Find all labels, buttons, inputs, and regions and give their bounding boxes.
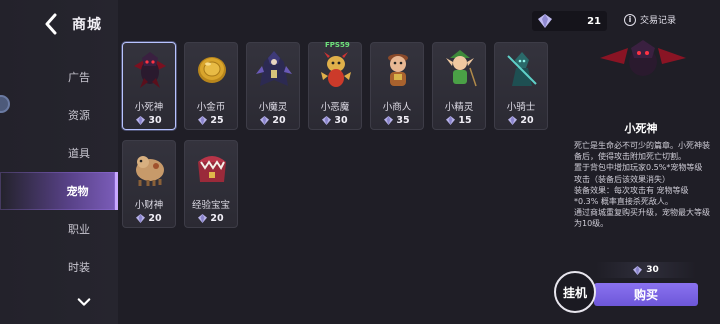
pet-card[interactable]: 小商人 35	[370, 42, 424, 130]
sidebar-item-resources[interactable]: 资源	[0, 96, 118, 134]
pet-portrait-coin	[191, 47, 233, 91]
pet-price-value: 20	[210, 213, 224, 224]
gem-icon	[446, 116, 456, 125]
trade-record-link[interactable]: i 交易记录	[624, 13, 676, 26]
sidebar-item-classes[interactable]: 职业	[0, 210, 118, 248]
auto-idle-button[interactable]: 挂机	[554, 271, 596, 313]
pet-name: 小魔灵	[258, 102, 288, 113]
gem-icon	[260, 116, 270, 125]
pet-price-value: 25	[210, 115, 224, 126]
gem-icon	[136, 116, 146, 125]
pet-card[interactable]: 小死神 30	[122, 42, 176, 130]
pet-name: 小骑士	[506, 102, 536, 113]
page-title: 商城	[72, 17, 102, 33]
pet-portrait-fortune	[129, 145, 171, 189]
category-nav: 广告 资源 道具 宠物 职业 时装	[0, 58, 118, 286]
pet-price-value: 20	[148, 213, 162, 224]
sidebar-item-label: 资源	[68, 109, 90, 122]
gem-icon	[198, 116, 208, 125]
pet-portrait-wraith	[253, 47, 295, 91]
pet-name: 小财神	[134, 200, 164, 211]
pet-price-value: 20	[272, 115, 286, 126]
pet-price: 20	[185, 213, 237, 224]
pet-price-value: 30	[148, 115, 162, 126]
sidebar-item-pets[interactable]: 宠物	[0, 172, 118, 210]
pet-card[interactable]: 小财神 20	[122, 140, 176, 228]
sidebar: 商城 广告 资源 道具 宠物 职业 时装	[0, 0, 118, 324]
buy-price: 30	[596, 262, 696, 278]
buy-price-value: 30	[646, 265, 659, 275]
gem-icon	[384, 116, 394, 125]
pet-price: 20	[247, 115, 299, 126]
pet-portrait-imp	[315, 47, 357, 91]
pet-portrait-elf	[439, 47, 481, 91]
info-icon: i	[624, 13, 636, 26]
sidebar-item-label: 广告	[68, 71, 90, 84]
pet-name: 经验宝宝	[191, 200, 230, 211]
pet-price: 20	[495, 115, 547, 126]
pet-name: 小死神	[134, 102, 164, 113]
gem-icon	[538, 14, 552, 28]
description-line: 置于背包中增加玩家0.5%*宠物等级攻击（装备后该效果消失）	[574, 163, 703, 184]
chevron-down-icon	[77, 298, 91, 306]
selected-pet-preview	[598, 38, 688, 80]
pet-price-value: 35	[396, 115, 410, 126]
gem-icon	[136, 214, 146, 223]
pet-price: 25	[185, 115, 237, 126]
pet-card[interactable]: 小骑士 20	[494, 42, 548, 130]
pet-portrait-knight	[501, 47, 543, 91]
chevron-left-icon	[45, 13, 57, 35]
description-line: 死亡是生命必不可少的篇章。小死神装备后，使得攻击附加死亡切割。	[574, 141, 710, 162]
pet-price-value: 30	[334, 115, 348, 126]
pet-portrait-xp-chest	[191, 145, 233, 189]
currency-amount: 21	[587, 15, 601, 27]
back-button[interactable]	[40, 12, 62, 36]
scroll-down-button[interactable]	[74, 294, 94, 310]
gem-icon	[322, 116, 332, 125]
pet-price: 30	[123, 115, 175, 126]
gem-icon	[508, 116, 518, 125]
trade-record-label: 交易记录	[640, 16, 677, 26]
pet-price-value: 15	[458, 115, 472, 126]
sidebar-item-label: 宠物	[66, 185, 89, 198]
pet-name: 小金币	[196, 102, 226, 113]
sidebar-item-label: 道具	[68, 147, 90, 160]
sidebar-item-items[interactable]: 道具	[0, 134, 118, 172]
currency-display: 21	[532, 11, 607, 31]
pet-grid: 小死神 30 小金币 25 小魔灵 20 FPS59 小恶魔 30 小商人 35…	[122, 41, 552, 228]
pet-card[interactable]: FPS59 小恶魔 30	[308, 41, 362, 130]
description-line: 通过商城重复购买升级，宠物最大等级为10级。	[574, 208, 710, 229]
gem-icon	[633, 265, 643, 275]
pet-price: 20	[123, 213, 175, 224]
pet-card[interactable]: 经验宝宝 20	[184, 140, 238, 228]
pet-name: 小商人	[382, 102, 412, 113]
description-line: 装备效果：每次攻击有 宠物等级*0.3% 概率直接杀死敌人。	[574, 185, 689, 207]
sidebar-item-label: 职业	[68, 223, 90, 236]
pet-card[interactable]: 小精灵 15	[432, 42, 486, 130]
pet-card[interactable]: 小魔灵 20	[246, 42, 300, 130]
pet-portrait-merchant	[377, 47, 419, 91]
buy-button[interactable]: 购买	[594, 283, 698, 306]
gem-icon	[198, 214, 208, 223]
sidebar-item-ads[interactable]: 广告	[0, 58, 118, 96]
pet-name: 小恶魔	[320, 102, 350, 113]
pet-price-value: 20	[520, 115, 534, 126]
pet-price: 30	[309, 115, 361, 126]
pet-card[interactable]: 小金币 25	[184, 42, 238, 130]
detail-title: 小死神	[624, 122, 658, 135]
detail-description: 死亡是生命必不可少的篇章。小死神装备后，使得攻击附加死亡切割。 置于背包中增加玩…	[574, 140, 710, 230]
pet-portrait-reaper	[129, 47, 171, 91]
pet-price: 15	[433, 115, 485, 126]
pet-price: 35	[371, 115, 423, 126]
sidebar-item-label: 时装	[68, 261, 90, 274]
sidebar-item-fashion[interactable]: 时装	[0, 248, 118, 286]
pet-name: 小精灵	[444, 102, 474, 113]
